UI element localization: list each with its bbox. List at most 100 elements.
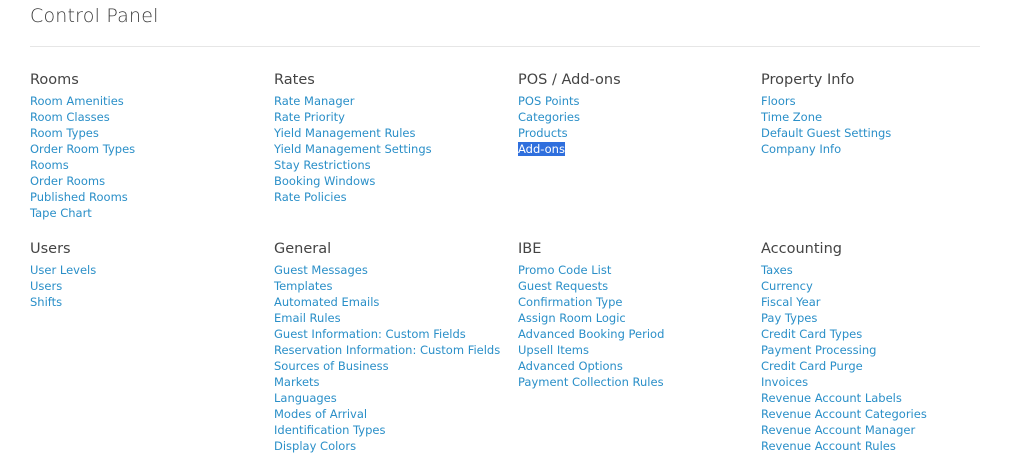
link-payment-processing[interactable]: Payment Processing bbox=[761, 343, 876, 357]
section-heading-rooms: Rooms bbox=[30, 72, 79, 88]
property-link-list: Floors Time Zone Default Guest Settings Com… bbox=[761, 93, 996, 157]
link-default-guest-settings[interactable]: Default Guest Settings bbox=[761, 126, 891, 140]
link-stay-restrictions[interactable]: Stay Restrictions bbox=[274, 158, 371, 172]
link-item: Languages bbox=[274, 390, 509, 406]
link-item: Room Types bbox=[30, 125, 265, 141]
link-fiscal-year[interactable]: Fiscal Year bbox=[761, 295, 821, 309]
link-item: Sources of Business bbox=[274, 358, 509, 374]
link-item: Revenue Account Rules bbox=[761, 438, 996, 454]
link-item: Currency bbox=[761, 278, 996, 294]
link-item: Shifts bbox=[30, 294, 265, 310]
link-yield-management-rules[interactable]: Yield Management Rules bbox=[274, 126, 415, 140]
link-time-zone[interactable]: Time Zone bbox=[761, 110, 822, 124]
link-published-rooms[interactable]: Published Rooms bbox=[30, 190, 128, 204]
link-room-classes[interactable]: Room Classes bbox=[30, 110, 110, 124]
link-templates[interactable]: Templates bbox=[274, 279, 332, 293]
link-company-info[interactable]: Company Info bbox=[761, 142, 841, 156]
link-item: Published Rooms bbox=[30, 189, 265, 205]
link-pay-types[interactable]: Pay Types bbox=[761, 311, 817, 325]
link-display-colors[interactable]: Display Colors bbox=[274, 439, 356, 453]
link-item: User Levels bbox=[30, 262, 265, 278]
link-item: Advanced Options bbox=[518, 358, 753, 374]
link-credit-card-types[interactable]: Credit Card Types bbox=[761, 327, 862, 341]
link-rate-priority[interactable]: Rate Priority bbox=[274, 110, 345, 124]
link-markets[interactable]: Markets bbox=[274, 375, 320, 389]
link-floors[interactable]: Floors bbox=[761, 94, 796, 108]
section-accounting: Accounting Taxes Currency Fiscal Year Pay T… bbox=[761, 239, 996, 454]
link-booking-windows[interactable]: Booking Windows bbox=[274, 174, 375, 188]
link-advanced-options[interactable]: Advanced Options bbox=[518, 359, 623, 373]
link-taxes[interactable]: Taxes bbox=[761, 263, 793, 277]
link-item: Default Guest Settings bbox=[761, 125, 996, 141]
link-item: Credit Card Types bbox=[761, 326, 996, 342]
link-item: Time Zone bbox=[761, 109, 996, 125]
link-item: Floors bbox=[761, 93, 996, 109]
link-item: Revenue Account Manager bbox=[761, 422, 996, 438]
link-categories[interactable]: Categories bbox=[518, 110, 580, 124]
link-upsell-items[interactable]: Upsell Items bbox=[518, 343, 589, 357]
control-panel-page: Control Panel Rooms Room Amenities Room C… bbox=[0, 0, 1018, 455]
link-item: Display Colors bbox=[274, 438, 509, 454]
link-item: Booking Windows bbox=[274, 173, 509, 189]
link-rooms[interactable]: Rooms bbox=[30, 158, 69, 172]
link-guest-messages[interactable]: Guest Messages bbox=[274, 263, 368, 277]
link-revenue-account-labels[interactable]: Revenue Account Labels bbox=[761, 391, 902, 405]
link-rate-manager[interactable]: Rate Manager bbox=[274, 94, 354, 108]
section-property-info: Property Info Floors Time Zone Default Gue… bbox=[761, 70, 996, 157]
link-item: Guest Information: Custom Fields bbox=[274, 326, 509, 342]
link-revenue-account-categories[interactable]: Revenue Account Categories bbox=[761, 407, 927, 421]
link-add-ons[interactable]: Add-ons bbox=[518, 142, 565, 156]
link-item: Upsell Items bbox=[518, 342, 753, 358]
link-products[interactable]: Products bbox=[518, 126, 568, 140]
section-users: Users User Levels Users Shifts bbox=[30, 239, 265, 310]
link-user-levels[interactable]: User Levels bbox=[30, 263, 96, 277]
link-item: Order Rooms bbox=[30, 173, 265, 189]
link-payment-collection-rules[interactable]: Payment Collection Rules bbox=[518, 375, 664, 389]
link-modes-of-arrival[interactable]: Modes of Arrival bbox=[274, 407, 367, 421]
link-item: Confirmation Type bbox=[518, 294, 753, 310]
link-guest-information-custom-fields[interactable]: Guest Information: Custom Fields bbox=[274, 327, 466, 341]
general-link-list: Guest Messages Templates Automated Emails E… bbox=[274, 262, 509, 454]
link-credit-card-purge[interactable]: Credit Card Purge bbox=[761, 359, 863, 373]
section-heading-rates: Rates bbox=[274, 72, 315, 88]
link-assign-room-logic[interactable]: Assign Room Logic bbox=[518, 311, 626, 325]
link-item: Taxes bbox=[761, 262, 996, 278]
link-shifts[interactable]: Shifts bbox=[30, 295, 62, 309]
link-room-amenities[interactable]: Room Amenities bbox=[30, 94, 124, 108]
link-tape-chart[interactable]: Tape Chart bbox=[30, 206, 92, 220]
link-order-room-types[interactable]: Order Room Types bbox=[30, 142, 135, 156]
link-confirmation-type[interactable]: Confirmation Type bbox=[518, 295, 622, 309]
link-room-types[interactable]: Room Types bbox=[30, 126, 99, 140]
link-item: Fiscal Year bbox=[761, 294, 996, 310]
link-item: Reservation Information: Custom Fields bbox=[274, 342, 509, 358]
link-currency[interactable]: Currency bbox=[761, 279, 813, 293]
link-advanced-booking-period[interactable]: Advanced Booking Period bbox=[518, 327, 664, 341]
link-revenue-account-manager[interactable]: Revenue Account Manager bbox=[761, 423, 915, 437]
link-identification-types[interactable]: Identification Types bbox=[274, 423, 385, 437]
link-item: Company Info bbox=[761, 141, 996, 157]
link-pos-points[interactable]: POS Points bbox=[518, 94, 580, 108]
link-languages[interactable]: Languages bbox=[274, 391, 337, 405]
link-users[interactable]: Users bbox=[30, 279, 62, 293]
link-item: Identification Types bbox=[274, 422, 509, 438]
link-promo-code-list[interactable]: Promo Code List bbox=[518, 263, 611, 277]
page-title: Control Panel bbox=[30, 5, 159, 27]
link-item: Revenue Account Labels bbox=[761, 390, 996, 406]
link-item: Yield Management Rules bbox=[274, 125, 509, 141]
link-revenue-account-rules[interactable]: Revenue Account Rules bbox=[761, 439, 896, 453]
link-email-rules[interactable]: Email Rules bbox=[274, 311, 341, 325]
link-invoices[interactable]: Invoices bbox=[761, 375, 808, 389]
link-item: Assign Room Logic bbox=[518, 310, 753, 326]
link-yield-management-settings[interactable]: Yield Management Settings bbox=[274, 142, 432, 156]
link-automated-emails[interactable]: Automated Emails bbox=[274, 295, 379, 309]
link-guest-requests[interactable]: Guest Requests bbox=[518, 279, 608, 293]
link-order-rooms[interactable]: Order Rooms bbox=[30, 174, 105, 188]
link-item: Advanced Booking Period bbox=[518, 326, 753, 342]
link-item: Order Room Types bbox=[30, 141, 265, 157]
users-link-list: User Levels Users Shifts bbox=[30, 262, 265, 310]
link-rate-policies[interactable]: Rate Policies bbox=[274, 190, 347, 204]
link-item: Rate Policies bbox=[274, 189, 509, 205]
link-sources-of-business[interactable]: Sources of Business bbox=[274, 359, 389, 373]
link-reservation-information-custom-fields[interactable]: Reservation Information: Custom Fields bbox=[274, 343, 500, 357]
title-divider bbox=[30, 46, 980, 47]
